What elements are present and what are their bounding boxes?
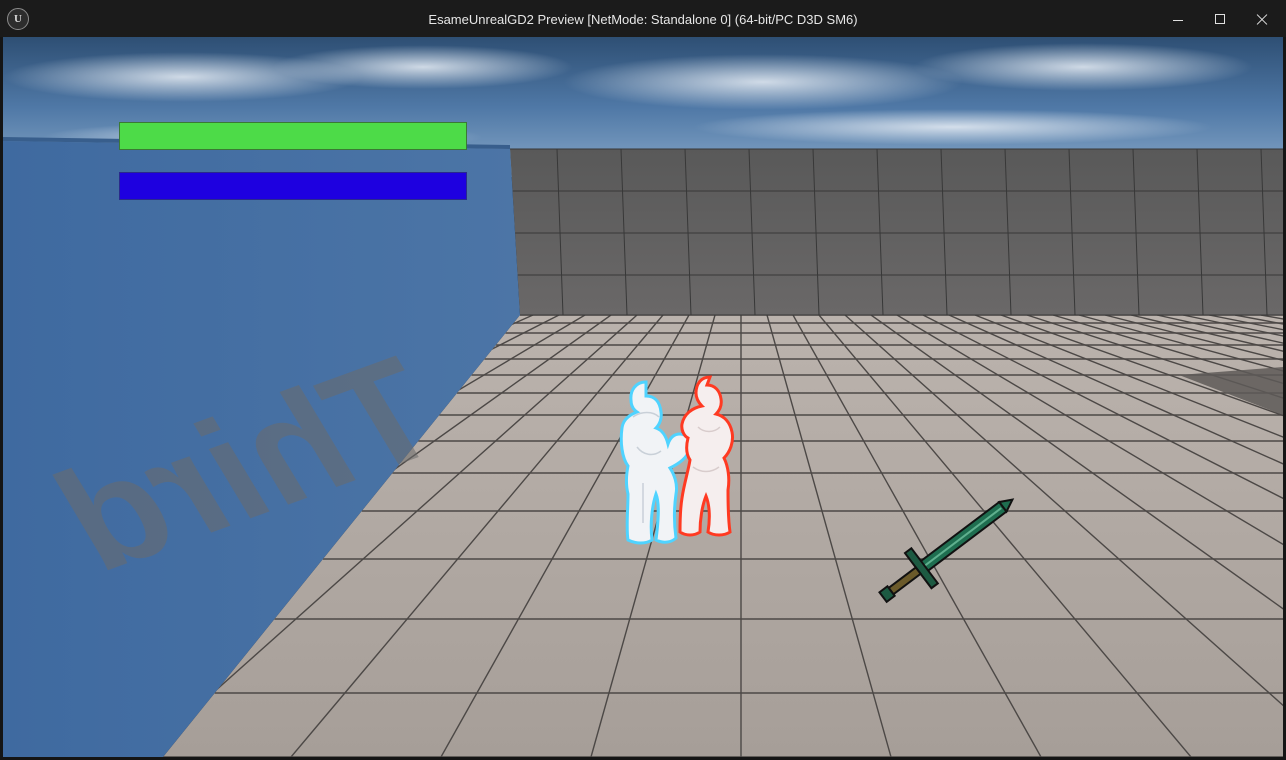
health-bar	[119, 122, 467, 150]
game-viewport[interactable]: Third	[3, 37, 1283, 757]
health-bar-fill	[120, 123, 466, 149]
minimize-icon	[1173, 20, 1183, 21]
stamina-bar	[119, 172, 467, 200]
window-title: EsameUnrealGD2 Preview [NetMode: Standal…	[428, 12, 858, 27]
stamina-bar-fill	[120, 173, 466, 199]
maximize-button[interactable]	[1199, 0, 1241, 37]
close-button[interactable]	[1241, 0, 1283, 37]
game-window: U EsameUnrealGD2 Preview [NetMode: Stand…	[0, 0, 1286, 760]
title-bar[interactable]: U EsameUnrealGD2 Preview [NetMode: Stand…	[0, 0, 1286, 37]
minimize-button[interactable]	[1157, 0, 1199, 37]
maximize-icon	[1215, 14, 1225, 24]
